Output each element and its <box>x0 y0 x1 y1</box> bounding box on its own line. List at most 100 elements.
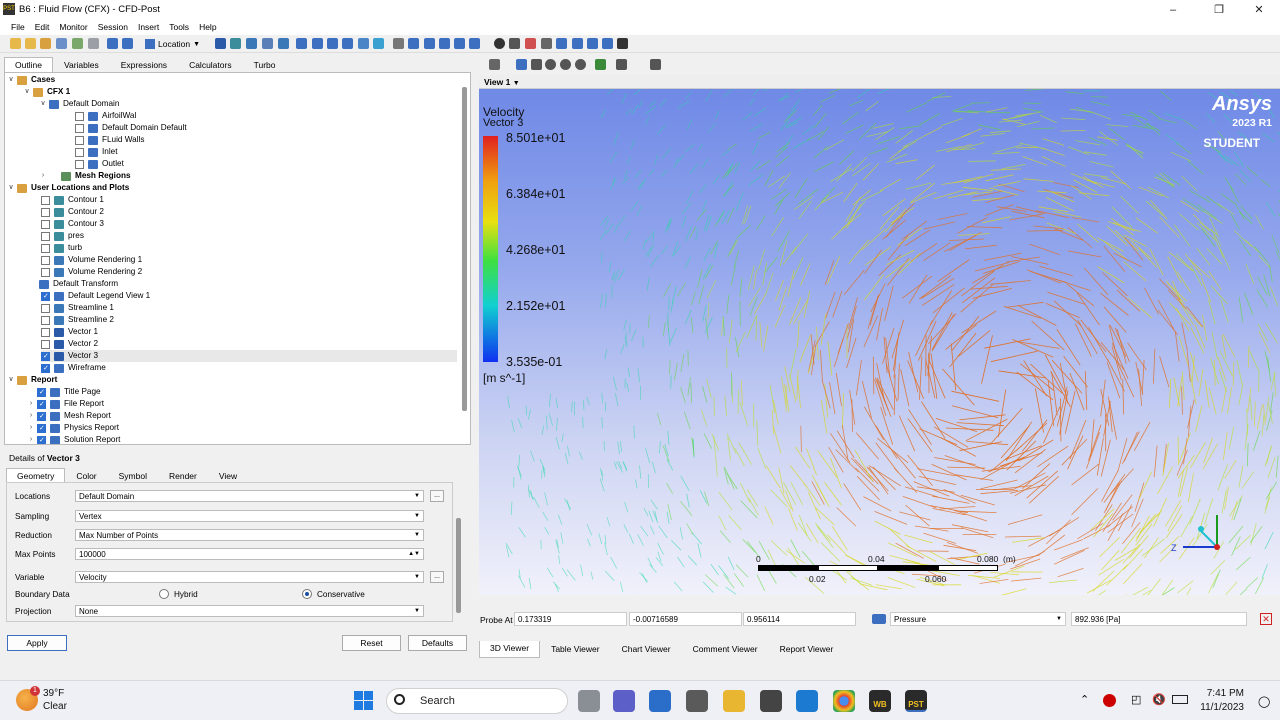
chart-icon[interactable] <box>439 38 450 49</box>
spin-icon[interactable]: ▲▼ <box>408 549 420 560</box>
volume-rendering-icon[interactable] <box>278 38 289 49</box>
tree-item-airfoilwal[interactable]: AirfoilWal <box>75 110 136 122</box>
tree-item[interactable]: Streamline 1 <box>41 302 114 314</box>
task-view-icon[interactable] <box>578 690 600 712</box>
menu-insert[interactable]: Insert <box>133 20 164 35</box>
visibility-checkbox[interactable] <box>75 123 84 133</box>
tab-expressions[interactable]: Expressions <box>110 57 178 72</box>
details-scrollbar[interactable] <box>456 518 461 613</box>
probe-x-input[interactable]: 0.173319 <box>514 612 627 626</box>
defaults-button[interactable]: Defaults <box>408 635 467 651</box>
menu-session[interactable]: Session <box>93 20 133 35</box>
tree-item[interactable]: › Mesh Report <box>27 410 111 423</box>
tree-item[interactable]: Contour 2 <box>41 206 104 218</box>
visibility-checkbox[interactable] <box>75 147 84 157</box>
visibility-checkbox[interactable] <box>37 423 46 435</box>
quick-editor-icon[interactable] <box>525 38 536 49</box>
probe-icon[interactable] <box>872 614 886 624</box>
variable-icon[interactable] <box>393 38 404 49</box>
command-editor-icon[interactable] <box>617 38 628 49</box>
tab-calculators[interactable]: Calculators <box>178 57 243 72</box>
tab-comment-viewer[interactable]: Comment Viewer <box>682 641 769 658</box>
visibility-checkbox[interactable] <box>41 219 50 229</box>
new-icon[interactable] <box>10 38 21 49</box>
menu-edit[interactable]: Edit <box>30 20 55 35</box>
tree-node-default-domain[interactable]: ∨ Default Domain <box>39 98 119 110</box>
weather-temperature[interactable]: 39°F <box>43 688 64 699</box>
workbench-icon[interactable]: WB <box>869 690 891 712</box>
menu-tools[interactable]: Tools <box>164 20 194 35</box>
save-icon[interactable] <box>56 38 67 49</box>
apply-button[interactable]: Apply <box>7 635 67 651</box>
store-icon[interactable] <box>649 690 671 712</box>
locations-select[interactable]: Default Domain ▼ <box>75 490 424 502</box>
visibility-checkbox[interactable] <box>75 111 84 121</box>
visibility-checkbox[interactable] <box>37 399 46 411</box>
tree-item[interactable]: › Solution Report <box>27 434 120 444</box>
view-selector[interactable]: View 1 ▼ <box>484 77 520 87</box>
refresh-icon[interactable] <box>72 38 83 49</box>
visibility-checkbox[interactable] <box>37 435 46 444</box>
tab-3d-viewer[interactable]: 3D Viewer <box>479 641 541 658</box>
locations-browse-button[interactable]: ... <box>430 490 444 502</box>
visibility-checkbox[interactable] <box>41 255 50 265</box>
notification-icon[interactable]: ◯ <box>1258 695 1270 708</box>
chrome-icon[interactable] <box>833 690 855 712</box>
chevron-right-icon[interactable]: › <box>27 398 35 410</box>
tree-item[interactable]: Streamline 2 <box>41 314 114 326</box>
volume-muted-icon[interactable]: 🔇 <box>1152 693 1166 706</box>
visibility-checkbox[interactable] <box>41 327 50 337</box>
clip-plane-icon[interactable] <box>358 38 369 49</box>
tab-outline[interactable]: Outline <box>4 57 53 72</box>
tree-item[interactable]: Vector 1 <box>41 326 98 338</box>
tree-item[interactable]: Default Legend View 1 <box>41 290 150 303</box>
text-icon[interactable] <box>296 38 307 49</box>
rotate-icon[interactable] <box>516 59 527 70</box>
tree-item-default-domain-default[interactable]: Default Domain Default <box>75 122 187 134</box>
visibility-checkbox[interactable] <box>41 351 50 363</box>
calculator-icon[interactable] <box>760 690 782 712</box>
color-map-icon[interactable] <box>373 38 384 49</box>
max-points-stepper[interactable]: 100000 ▲▼ <box>75 548 424 560</box>
probe-icon[interactable] <box>541 38 552 49</box>
visibility-checkbox[interactable] <box>75 159 84 169</box>
tree-item[interactable]: pres <box>41 230 84 242</box>
reset-button[interactable]: Reset <box>342 635 401 651</box>
mail-icon[interactable] <box>796 690 818 712</box>
macro-calculator-icon[interactable] <box>572 38 583 49</box>
tree-item[interactable]: Contour 3 <box>41 218 104 230</box>
chevron-down-icon[interactable]: ∨ <box>7 74 15 86</box>
legend-icon[interactable] <box>327 38 338 49</box>
tree-item-default-transform[interactable]: Default Transform <box>39 278 118 290</box>
visibility-checkbox[interactable] <box>41 231 50 241</box>
variable-select[interactable]: Velocity ▼ <box>75 571 424 583</box>
tree-item[interactable]: › Physics Report <box>27 422 119 435</box>
pan-icon[interactable] <box>531 59 542 70</box>
minimize-button[interactable]: – <box>1150 0 1196 20</box>
windows-start-icon[interactable] <box>354 691 374 711</box>
vector-icon[interactable] <box>215 38 226 49</box>
battery-icon[interactable] <box>1172 695 1188 704</box>
chevron-down-icon[interactable]: ∨ <box>39 98 47 110</box>
tab-report-viewer[interactable]: Report Viewer <box>769 641 845 658</box>
visibility-checkbox[interactable] <box>41 339 50 349</box>
wifi-icon[interactable]: ◰ <box>1131 693 1141 706</box>
chevron-right-icon[interactable]: › <box>27 434 35 444</box>
timestep-icon[interactable] <box>494 38 505 49</box>
chevron-right-icon[interactable]: › <box>27 410 35 422</box>
reduction-select[interactable]: Max Number of Points ▼ <box>75 529 424 541</box>
chevron-down-icon[interactable]: ∨ <box>7 374 15 386</box>
expression-icon[interactable] <box>408 38 419 49</box>
visibility-checkbox[interactable] <box>41 315 50 325</box>
streamline-icon[interactable] <box>246 38 257 49</box>
visibility-checkbox[interactable] <box>41 207 50 217</box>
tree-node-mesh-regions[interactable]: › Mesh Regions <box>39 170 131 182</box>
location-dropdown[interactable]: Location ▼ <box>145 37 200 51</box>
select-icon[interactable] <box>489 59 500 70</box>
case-comparison-icon[interactable] <box>602 38 613 49</box>
figure-icon[interactable] <box>469 38 480 49</box>
tab-table-viewer[interactable]: Table Viewer <box>540 641 611 658</box>
chevron-right-icon[interactable]: › <box>39 170 47 182</box>
table-icon[interactable] <box>424 38 435 49</box>
tree-node-user-locations[interactable]: ∨ User Locations and Plots <box>7 182 129 194</box>
